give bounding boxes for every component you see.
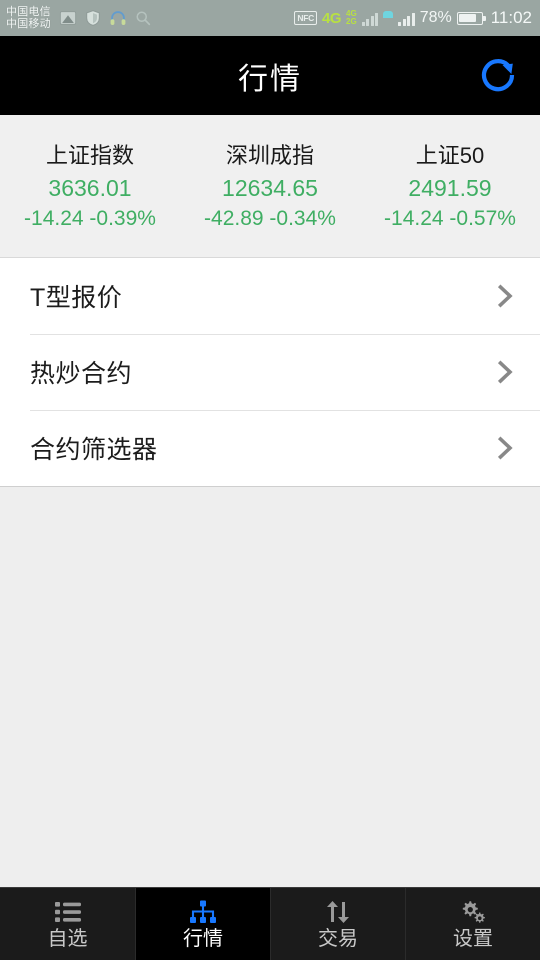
list-item-hot-contracts[interactable]: 热炒合约 [0,334,540,410]
search-icon [136,11,150,26]
carrier-label: 中国电信 中国移动 [6,6,51,30]
refresh-button[interactable] [472,50,524,102]
index-change: -14.24 -0.39% [24,207,156,230]
tab-settings[interactable]: 设置 [405,888,540,960]
headset-icon [110,11,126,26]
list-item-t-quote[interactable]: T型报价 [0,258,540,334]
bottom-tab-bar: 自选 行情 交易 设置 [0,887,540,960]
list-icon [53,899,83,925]
list-item-contract-filter[interactable]: 合约筛选器 [0,410,540,486]
tab-label: 自选 [47,927,88,950]
sitemap-icon [188,899,218,925]
list-item-label: 合约筛选器 [30,436,158,464]
tab-quotes[interactable]: 行情 [135,888,270,960]
tab-watchlist[interactable]: 自选 [0,888,135,960]
list-item-label: T型报价 [30,284,123,312]
network-dual-sim-icon: 4G 2G [346,10,357,26]
app-root: 中国电信 中国移动 NFC 4G 4G 2G 78% 11:02 行情 上证指数… [0,0,540,960]
list-item-label: 热炒合约 [30,360,133,388]
tab-trade[interactable]: 交易 [270,888,405,960]
index-summary-panel: 上证指数 3636.01 -14.24 -0.39% 深圳成指 12634.65… [0,115,540,258]
content-empty-area [0,487,540,887]
status-left-icons [59,9,152,27]
index-change: -42.89 -0.34% [204,207,336,230]
chevron-right-icon [497,436,513,460]
status-right-icons: NFC 4G 4G 2G 78% 11:02 [294,8,532,28]
chevron-right-icon [497,360,513,384]
gears-icon [458,899,488,925]
index-card-1[interactable]: 深圳成指 12634.65 -42.89 -0.34% [180,141,360,233]
tab-label: 行情 [183,927,223,950]
index-change: -14.24 -0.57% [384,207,516,230]
refresh-icon [481,58,515,91]
index-name: 深圳成指 [225,143,314,168]
battery-icon [456,11,486,25]
status-clock: 11:02 [490,8,532,27]
network-2g-small-label: 2G [346,17,357,26]
carrier-line-1: 中国电信 [6,6,51,18]
shield-icon [86,10,100,26]
chevron-right-icon [497,284,513,308]
index-price: 12634.65 [222,175,318,201]
title-bar: 行情 [0,36,540,115]
nfc-icon: NFC [294,11,317,25]
exchange-arrows-icon [323,899,353,925]
network-4g-icon: 4G [322,9,342,27]
index-card-0[interactable]: 上证指数 3636.01 -14.24 -0.39% [0,141,180,233]
screenshot-icon [59,11,76,25]
page-title: 行情 [238,62,302,96]
signal-bars-sim2-icon [398,11,415,26]
signal-bars-sim1-icon [361,11,379,26]
index-price: 2491.59 [408,175,492,201]
index-card-2[interactable]: 上证50 2491.59 -14.24 -0.57% [360,141,540,233]
status-bar: 中国电信 中国移动 NFC 4G 4G 2G 78% 11:02 [0,0,540,36]
carrier-line-2: 中国移动 [6,18,51,30]
index-name: 上证指数 [45,143,134,168]
battery-percent-label: 78% [419,9,452,26]
tab-label: 设置 [453,927,493,950]
wifi-dot-icon [383,11,394,18]
menu-list: T型报价 热炒合约 合约筛选器 [0,258,540,487]
index-name: 上证50 [415,143,485,168]
index-price: 3636.01 [48,175,132,201]
tab-label: 交易 [318,927,358,950]
